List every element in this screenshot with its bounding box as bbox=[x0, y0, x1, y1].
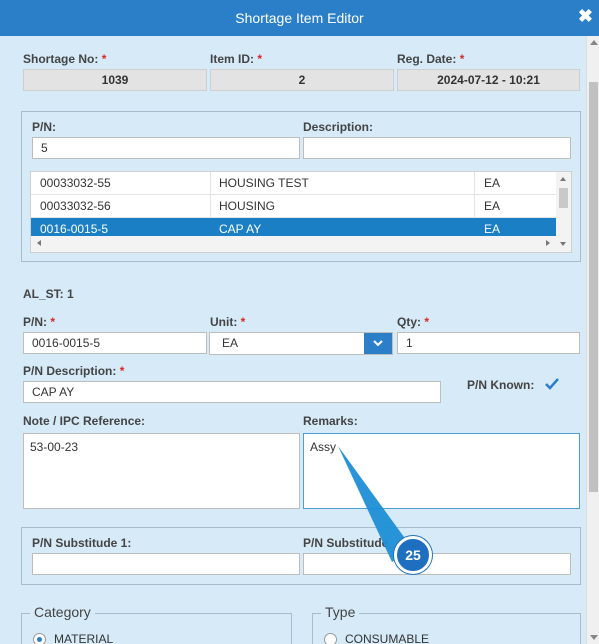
title-bar: Shortage Item Editor ✖ bbox=[0, 0, 599, 36]
item-id-label: Item ID: * bbox=[210, 52, 263, 66]
qty-label: Qty: * bbox=[397, 315, 430, 329]
pn-description-input[interactable]: CAP AY bbox=[23, 381, 441, 403]
type-consumable-radio[interactable] bbox=[324, 633, 337, 644]
pn-description-label: P/N Description: * bbox=[23, 364, 125, 378]
search-pn-input[interactable]: 5 bbox=[32, 137, 300, 159]
parts-grid: 00033032-55 HOUSING TEST EA 00033032-56 … bbox=[30, 171, 572, 253]
shortage-no-label: Shortage No: * bbox=[23, 52, 107, 66]
scroll-up-icon bbox=[590, 40, 598, 45]
pn-label: P/N: * bbox=[23, 315, 56, 329]
scroll-down-icon bbox=[560, 242, 566, 246]
al-st-label: AL_ST: 1 bbox=[23, 287, 74, 301]
reg-date-field: 2024-07-12 - 10:21 bbox=[397, 69, 580, 91]
qty-input[interactable]: 1 bbox=[397, 332, 580, 354]
category-legend: Category bbox=[30, 604, 95, 620]
shortage-no-field: 1039 bbox=[23, 69, 207, 91]
grid-vertical-scrollbar[interactable] bbox=[556, 172, 571, 252]
substitute-1-input[interactable] bbox=[32, 553, 300, 575]
reg-date-label: Reg. Date: * bbox=[397, 52, 465, 66]
grid-cell-pn: 00033032-56 bbox=[40, 199, 111, 213]
grid-cell-description: HOUSING TEST bbox=[219, 176, 309, 190]
scroll-up-icon bbox=[560, 177, 566, 181]
checkmark-icon bbox=[545, 378, 559, 390]
note-label: Note / IPC Reference: bbox=[23, 414, 146, 428]
scroll-left-icon bbox=[37, 240, 41, 246]
editor-content: Shortage No: * 1039 Item ID: * 2 Reg. Da… bbox=[0, 36, 586, 644]
category-material-radio[interactable] bbox=[33, 633, 46, 644]
type-consumable-label: CONSUMABLE bbox=[345, 632, 430, 644]
table-row[interactable]: 00033032-56 HOUSING EA bbox=[31, 195, 556, 218]
unit-select[interactable]: EA bbox=[209, 332, 393, 355]
grid-cell-description: HOUSING bbox=[219, 199, 276, 213]
pn-input[interactable]: 0016-0015-5 bbox=[23, 332, 207, 354]
pn-known-checkbox[interactable] bbox=[544, 376, 560, 392]
search-description-label: Description: bbox=[303, 120, 374, 134]
grid-cell-pn: 00033032-55 bbox=[40, 176, 111, 190]
search-pn-label: P/N: bbox=[32, 120, 56, 134]
category-material-label: MATERIAL bbox=[54, 632, 114, 644]
scroll-right-icon bbox=[546, 240, 550, 246]
unit-label: Unit: * bbox=[210, 315, 246, 329]
window-scrollbar[interactable] bbox=[586, 36, 599, 644]
close-icon[interactable]: ✖ bbox=[578, 6, 593, 26]
pn-known-label: P/N Known: bbox=[467, 378, 535, 392]
unit-select-value: EA bbox=[222, 336, 239, 350]
substitute-1-label: P/N Substitude 1: bbox=[32, 536, 132, 550]
scroll-down-icon bbox=[590, 635, 598, 640]
type-legend: Type bbox=[321, 604, 360, 620]
step-badge: 25 bbox=[394, 536, 432, 574]
note-textarea[interactable]: 53-00-23 bbox=[23, 433, 300, 509]
grid-horizontal-scrollbar[interactable] bbox=[31, 236, 556, 252]
item-id-field: 2 bbox=[210, 69, 394, 91]
search-description-input[interactable] bbox=[303, 137, 571, 159]
window-title: Shortage Item Editor bbox=[235, 10, 364, 26]
chevron-down-icon[interactable] bbox=[364, 333, 392, 354]
grid-cell-unit: EA bbox=[484, 176, 501, 190]
table-row[interactable]: 00033032-55 HOUSING TEST EA bbox=[31, 172, 556, 195]
remarks-label: Remarks: bbox=[303, 414, 358, 428]
grid-cell-unit: EA bbox=[484, 199, 501, 213]
scrollbar-thumb bbox=[589, 82, 598, 492]
